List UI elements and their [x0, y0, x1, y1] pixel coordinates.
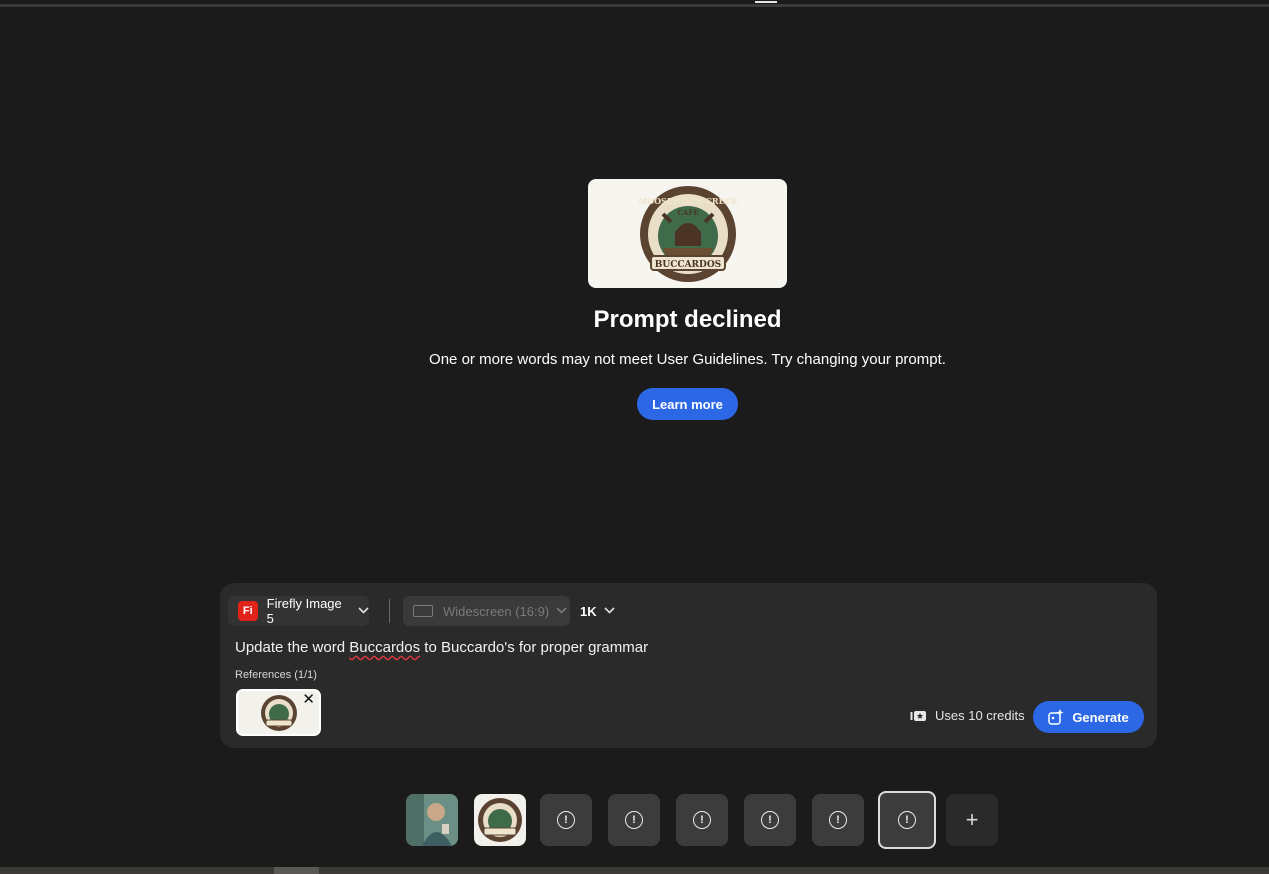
declined-message: One or more words may not meet User Guid… — [429, 351, 946, 368]
generate-label: Generate — [1072, 709, 1129, 725]
history-item-declined[interactable]: ! — [540, 794, 592, 846]
horizontal-scrollbar-track[interactable] — [0, 867, 1269, 874]
prompt-input[interactable]: Update the word Buccardos to Buccardo's … — [235, 639, 648, 656]
alert-icon: ! — [761, 811, 779, 829]
logo-badge-image: BUCCARDOS MOOSEWOOD CREEK CAFE — [638, 185, 739, 282]
generate-button[interactable]: Generate — [1033, 701, 1144, 733]
top-tab-indicator — [755, 1, 777, 3]
firefly-app: BUCCARDOS MOOSEWOOD CREEK CAFE Prompt de… — [0, 0, 1269, 874]
photo-thumbnail-image — [406, 794, 458, 846]
credits-icon — [910, 710, 926, 721]
generate-sparkle-icon — [1048, 709, 1064, 725]
alert-icon: ! — [693, 811, 711, 829]
learn-more-button[interactable]: Learn more — [637, 388, 738, 420]
alert-icon: ! — [829, 811, 847, 829]
history-item-declined[interactable]: ! — [608, 794, 660, 846]
firefly-icon: Fi — [238, 601, 258, 621]
svg-text:MOOSEWOOD CREEK: MOOSEWOOD CREEK — [638, 196, 739, 206]
aspect-ratio-icon — [413, 605, 433, 617]
svg-text:CAFE: CAFE — [677, 208, 698, 217]
credits-label: Uses 10 credits — [935, 708, 1025, 723]
svg-text:BUCCARDOS: BUCCARDOS — [654, 260, 720, 270]
history-item-declined[interactable]: ! — [812, 794, 864, 846]
prompt-text-before: Update the word — [235, 639, 350, 656]
history-item-declined-selected[interactable]: ! — [878, 791, 936, 849]
resolution-label: 1K — [580, 603, 597, 619]
references-label: References (1/1) — [235, 669, 317, 681]
model-picker-button[interactable]: Fi Firefly Image 5 — [228, 596, 369, 626]
history-thumbnail-logo[interactable] — [474, 794, 526, 846]
logo-thumbnail-image — [478, 798, 522, 842]
aspect-ratio-label: Widescreen (16:9) — [443, 603, 550, 619]
resolution-picker[interactable]: 1K — [575, 596, 619, 626]
chevron-down-icon — [604, 605, 615, 617]
declined-image-preview: BUCCARDOS MOOSEWOOD CREEK CAFE — [588, 179, 787, 288]
remove-reference-button[interactable]: ✕ — [302, 692, 315, 708]
prompt-flagged-word: Buccardos — [349, 639, 421, 656]
alert-icon: ! — [898, 811, 916, 829]
prompt-panel: Fi Firefly Image 5 Widescreen (16:9) 1K … — [220, 583, 1157, 748]
history-thumbnail-photo[interactable] — [406, 794, 458, 846]
history-item-declined[interactable]: ! — [744, 794, 796, 846]
horizontal-scrollbar-thumb[interactable] — [274, 867, 319, 874]
declined-title: Prompt declined — [593, 306, 782, 333]
history-item-declined[interactable]: ! — [676, 794, 728, 846]
model-label: Firefly Image 5 — [266, 596, 342, 626]
reference-logo-image — [260, 694, 297, 731]
alert-icon: ! — [557, 811, 575, 829]
toolbar-divider — [389, 599, 390, 623]
reference-image-thumbnail[interactable]: ✕ — [236, 689, 321, 736]
add-generation-button[interactable]: + — [946, 794, 998, 846]
chevron-down-icon — [358, 605, 369, 617]
plus-icon: + — [965, 807, 979, 832]
top-divider — [0, 4, 1269, 7]
alert-icon: ! — [625, 811, 643, 829]
prompt-text-after: to Buccardo's for proper grammar — [420, 639, 649, 656]
credits-info: Uses 10 credits — [910, 708, 1025, 723]
chevron-down-icon — [556, 605, 567, 617]
aspect-ratio-picker[interactable]: Widescreen (16:9) — [403, 596, 570, 626]
